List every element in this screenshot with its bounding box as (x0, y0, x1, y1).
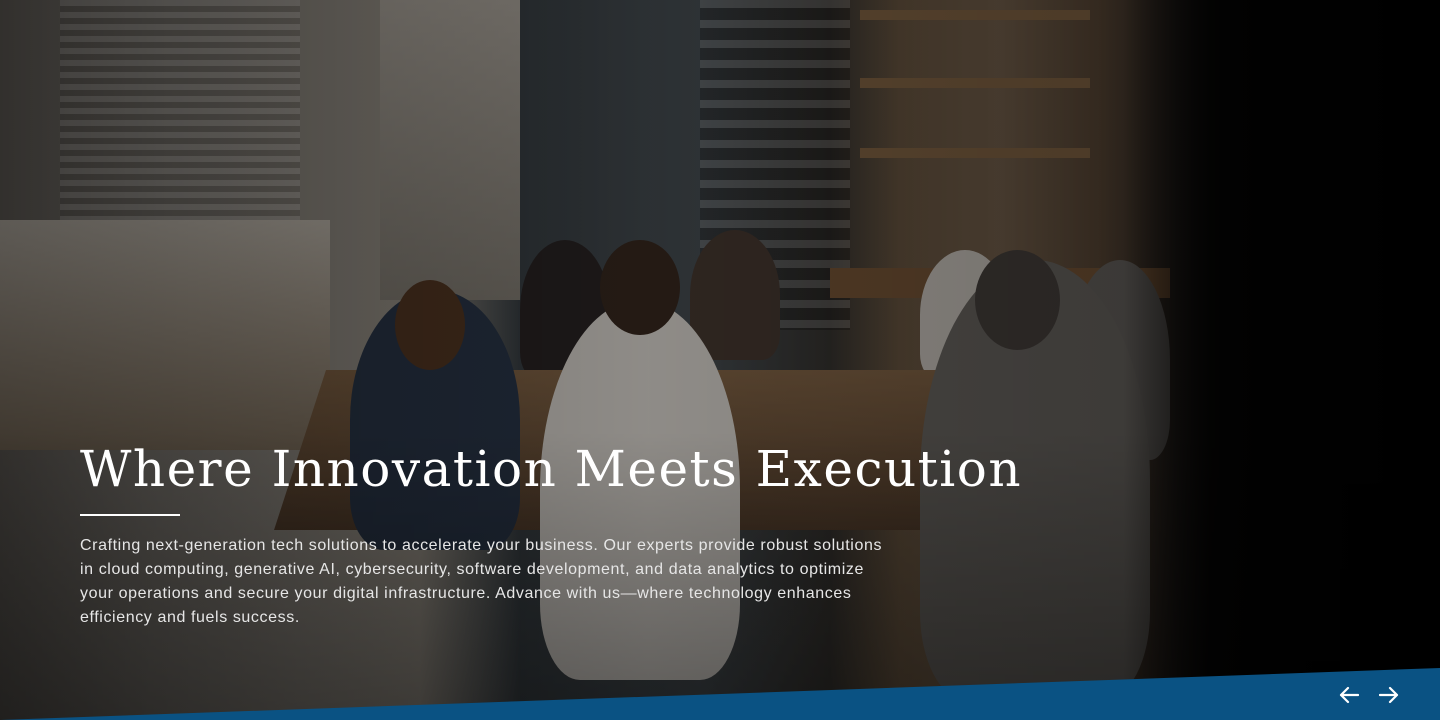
bottom-accent-band (0, 660, 1440, 720)
carousel-prev-button[interactable] (1338, 684, 1360, 706)
hero-section: Where Innovation Meets Execution Craftin… (0, 0, 1440, 720)
hero-description: Crafting next-generation tech solutions … (80, 537, 883, 626)
arrow-left-icon (1339, 686, 1359, 704)
hero-content: Where Innovation Meets Execution Craftin… (80, 438, 1023, 630)
arrow-right-icon (1379, 686, 1399, 704)
title-divider (80, 514, 180, 516)
carousel-nav (1338, 684, 1400, 706)
carousel-next-button[interactable] (1378, 684, 1400, 706)
hero-title: Where Innovation Meets Execution (80, 440, 1023, 498)
